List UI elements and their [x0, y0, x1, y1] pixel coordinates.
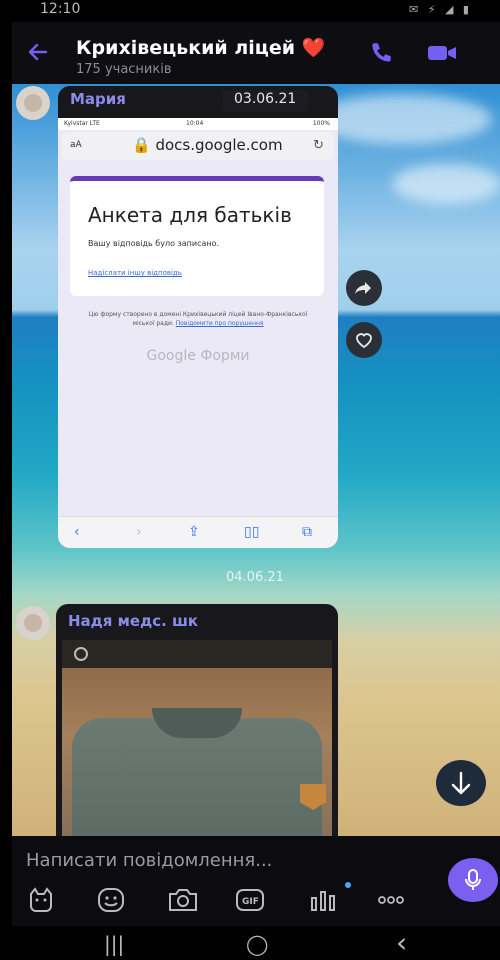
url-text: 🔒 docs.google.com	[132, 136, 283, 154]
form-footer: Цю форму створено в домені Крихівецький …	[82, 310, 314, 328]
photo-header	[62, 640, 332, 668]
safari-toolbar: ‹ › ⇪ ▯▯ ⧉	[58, 516, 338, 548]
message-bubble[interactable]: Мария 03.06.21 Kyivstar LTE 10:04 100% a…	[58, 86, 338, 548]
android-nav-bar: ||| ◯ ‹	[12, 926, 500, 960]
compose-bar: Написати повідомлення... GIF	[12, 836, 500, 926]
new-indicator-dot	[345, 882, 351, 888]
heart-emoji-icon: ❤️	[301, 37, 326, 59]
share-icon: ⇪	[188, 524, 200, 540]
scroll-down-button[interactable]	[436, 760, 486, 806]
status-time: 12:10	[40, 1, 81, 17]
chat-title-text: Крихівецький ліцей	[76, 37, 296, 59]
status-bar: 12:10 ✉ ⚡ ◢ ▮	[0, 0, 500, 22]
share-forward-button[interactable]	[346, 270, 382, 306]
chat-title[interactable]: Крихівецький ліцей ❤️	[76, 36, 325, 59]
sender-name: Надя медс. шк	[68, 612, 199, 630]
back-arrow-icon[interactable]	[26, 40, 50, 64]
google-forms-logo: Google Форми	[146, 348, 250, 364]
emoji-icon[interactable]	[96, 886, 126, 914]
day-separator: 04.06.21	[226, 570, 284, 585]
arrow-down-icon	[451, 771, 471, 795]
like-button[interactable]	[346, 322, 382, 358]
home-button[interactable]: ◯	[246, 932, 268, 956]
form-link: Надіслати іншу відповідь	[88, 269, 182, 277]
safari-url-bar: aA 🔒 docs.google.com ↻	[62, 132, 334, 160]
participants-count: 175 учасників	[76, 62, 172, 77]
svg-text:GIF: GIF	[242, 897, 259, 907]
phone-icon[interactable]	[368, 40, 394, 66]
forward-arrow-icon	[355, 282, 371, 294]
video-call-icon[interactable]	[426, 40, 458, 66]
info-icon	[74, 647, 88, 661]
ios-carrier: Kyivstar LTE	[64, 120, 100, 127]
tabs-icon: ⧉	[302, 524, 312, 540]
chat-header: Крихівецький ліцей ❤️ 175 учасників	[12, 22, 500, 84]
gif-icon[interactable]: GIF	[234, 886, 268, 914]
avatar[interactable]	[16, 606, 50, 640]
viber-chat-screen: 12:10 ✉ ⚡ ◢ ▮ Крихівецький ліцей ❤️ 175 …	[0, 0, 500, 960]
poll-icon[interactable]	[308, 886, 338, 914]
nav-back-button[interactable]: ‹	[396, 926, 407, 959]
heart-outline-icon	[356, 333, 372, 349]
form-note: Вашу відповідь було записано.	[88, 239, 220, 248]
form-card: Анкета для батьків Вашу відповідь було з…	[70, 176, 324, 296]
microphone-icon	[465, 869, 481, 890]
url-domain: docs.google.com	[155, 136, 283, 154]
photo-image[interactable]	[62, 668, 332, 836]
back-icon: ‹	[74, 524, 80, 540]
forward-icon: ›	[136, 524, 142, 540]
ios-clock: 10:04	[186, 120, 204, 127]
screenshot-image[interactable]: Kyivstar LTE 10:04 100% aA 🔒 docs.google…	[58, 118, 338, 548]
sticker-icon[interactable]	[26, 886, 56, 914]
text-size-button: aA	[70, 140, 82, 150]
recents-button[interactable]: |||	[104, 932, 124, 956]
voice-message-button[interactable]	[448, 858, 498, 902]
reload-icon: ↻	[313, 138, 324, 153]
message-input[interactable]: Написати повідомлення...	[26, 850, 272, 871]
form-title: Анкета для батьків	[88, 203, 292, 227]
status-icons: ✉ ⚡ ◢ ▮	[409, 3, 472, 16]
camera-icon[interactable]	[166, 886, 200, 914]
bookmarks-icon: ▯▯	[244, 524, 260, 540]
date-badge: 03.06.21	[222, 90, 309, 112]
more-icon[interactable]	[376, 886, 406, 914]
ios-battery: 100%	[312, 120, 330, 127]
avatar[interactable]	[16, 86, 50, 120]
sender-name: Мария	[70, 90, 126, 108]
footer-link: Повідомити про порушення	[175, 320, 264, 327]
message-bubble[interactable]: Надя медс. шк	[56, 604, 338, 836]
ios-status-bar: Kyivstar LTE 10:04 100%	[58, 118, 338, 130]
